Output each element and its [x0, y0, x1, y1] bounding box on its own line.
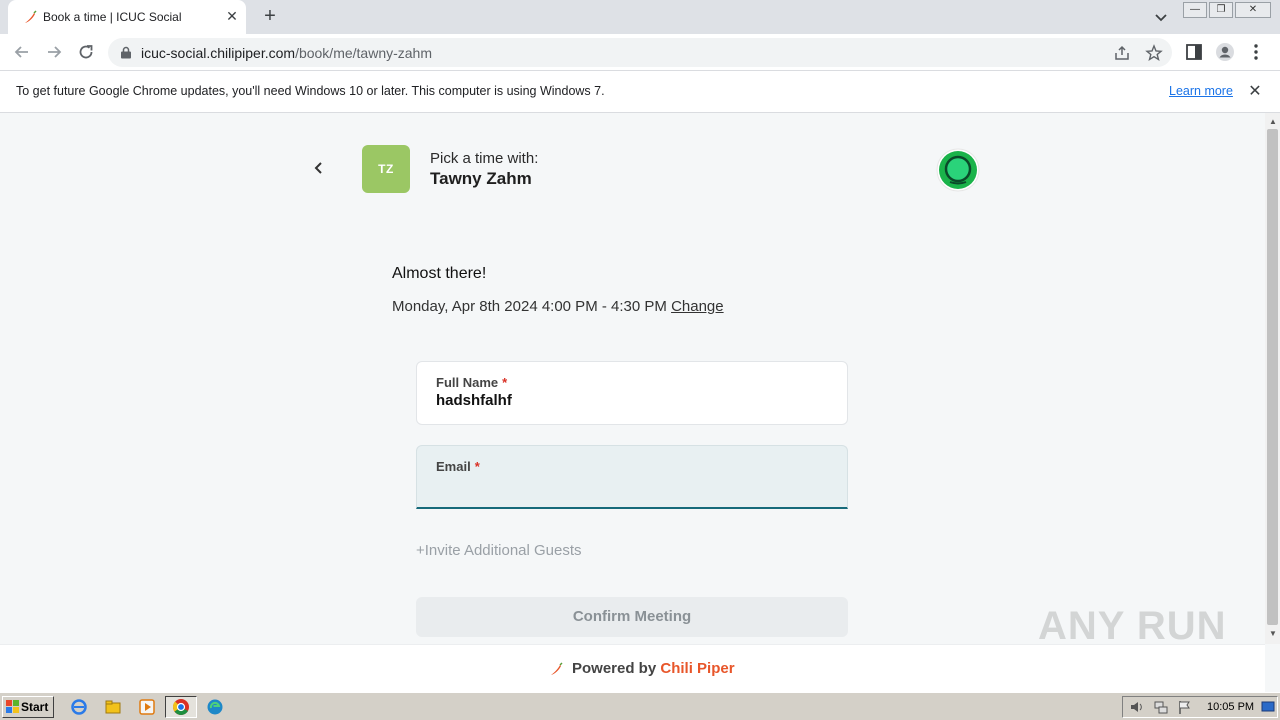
almost-there-heading: Almost there!: [392, 265, 487, 282]
chrome-taskbar-button[interactable]: [165, 696, 197, 718]
chili-piper-link[interactable]: Chili Piper: [660, 660, 734, 677]
side-panel-icon[interactable]: [1184, 42, 1204, 62]
browser-toolbar: icuc-social.chilipiper.com/book/me/tawny…: [0, 34, 1280, 71]
full-name-label-text: Full Name: [436, 375, 499, 390]
lock-icon: [121, 46, 131, 59]
datetime-text: Monday, Apr 8th 2024 4:00 PM - 4:30 PM: [392, 298, 667, 315]
show-desktop-icon[interactable]: [1261, 700, 1275, 714]
page-scrollbar[interactable]: ▲ ▼: [1265, 113, 1280, 644]
email-field[interactable]: Email *: [416, 445, 848, 509]
url-host: icuc-social.chilipiper.com: [141, 45, 296, 61]
email-label-text: Email: [436, 459, 471, 474]
address-bar[interactable]: icuc-social.chilipiper.com/book/me/tawny…: [108, 38, 1172, 67]
back-chevron-icon[interactable]: [311, 160, 327, 176]
window-close-button[interactable]: ✕: [1235, 2, 1271, 18]
network-icon[interactable]: [1153, 699, 1169, 715]
scroll-up-arrow-icon[interactable]: ▲: [1269, 117, 1277, 126]
windows-taskbar: Start 10:05 PM: [0, 692, 1280, 720]
selected-datetime: Monday, Apr 8th 2024 4:00 PM - 4:30 PM C…: [392, 298, 724, 315]
file-explorer-icon[interactable]: [104, 698, 122, 716]
tab-title: Book a time | ICUC Social: [43, 10, 182, 24]
required-asterisk: *: [474, 459, 480, 474]
edge-icon[interactable]: [206, 698, 224, 716]
tab-search-chevron-icon[interactable]: [1152, 8, 1170, 26]
invite-guests-link[interactable]: +Invite Additional Guests: [416, 542, 582, 559]
pick-time-label: Pick a time with:: [430, 150, 539, 167]
update-infobar: To get future Google Chrome updates, you…: [0, 71, 1280, 113]
host-avatar: TZ: [362, 145, 410, 193]
infobar-message: To get future Google Chrome updates, you…: [16, 84, 605, 98]
start-button[interactable]: Start: [2, 696, 54, 718]
powered-by-footer: Powered by Chili Piper: [0, 644, 1265, 692]
powered-by-label: Powered by: [572, 660, 657, 677]
back-arrow-icon[interactable]: [11, 41, 33, 63]
infobar-close-icon[interactable]: ✕: [1246, 83, 1264, 101]
tab-close-icon[interactable]: ✕: [224, 8, 240, 24]
start-label: Start: [21, 700, 49, 714]
change-link[interactable]: Change: [671, 298, 724, 315]
forward-arrow-icon[interactable]: [43, 41, 65, 63]
reload-icon[interactable]: [75, 41, 97, 63]
full-name-label: Full Name *: [436, 375, 507, 390]
window-minimize-button[interactable]: —: [1183, 2, 1207, 18]
internet-explorer-icon[interactable]: [70, 698, 88, 716]
company-logo-icon: [936, 148, 980, 192]
powered-by-text: Powered by Chili Piper: [572, 660, 735, 677]
scroll-down-arrow-icon[interactable]: ▼: [1269, 629, 1277, 638]
media-player-icon[interactable]: [138, 698, 156, 716]
new-tab-icon[interactable]: +: [259, 5, 281, 27]
email-input[interactable]: [436, 476, 826, 498]
learn-more-link[interactable]: Learn more: [1169, 84, 1233, 98]
host-name: Tawny Zahm: [430, 169, 532, 188]
chrome-menu-icon[interactable]: [1246, 42, 1266, 62]
profile-avatar-icon[interactable]: [1215, 42, 1235, 62]
anyrun-watermark: ANY RUN: [1038, 604, 1227, 648]
windows-logo-icon: [6, 700, 19, 713]
chili-pepper-icon: [25, 10, 37, 23]
tab-strip: Book a time | ICUC Social ✕ + — ❐ ✕: [0, 0, 1280, 34]
chili-pepper-icon: [551, 662, 563, 675]
system-tray: 10:05 PM: [1122, 696, 1278, 718]
email-label: Email *: [436, 459, 480, 474]
full-name-field[interactable]: Full Name * hadshfalhf: [416, 361, 848, 425]
volume-icon[interactable]: [1129, 699, 1145, 715]
page-viewport: TZ Pick a time with: Tawny Zahm Almost t…: [0, 113, 1265, 644]
url-path: /book/me/tawny-zahm: [295, 45, 433, 61]
chrome-icon: [172, 699, 189, 715]
share-icon[interactable]: [1113, 44, 1131, 62]
url-text: icuc-social.chilipiper.com/book/me/tawny…: [141, 45, 432, 61]
scroll-thumb[interactable]: [1267, 129, 1278, 625]
bookmark-star-icon[interactable]: [1145, 44, 1163, 62]
action-center-flag-icon[interactable]: [1177, 699, 1193, 715]
browser-tab[interactable]: Book a time | ICUC Social ✕: [8, 0, 246, 34]
full-name-value[interactable]: hadshfalhf: [436, 392, 512, 409]
window-restore-button[interactable]: ❐: [1209, 2, 1233, 18]
taskbar-clock: 10:05 PM: [1207, 701, 1255, 713]
required-asterisk: *: [502, 375, 508, 390]
confirm-meeting-button[interactable]: Confirm Meeting: [416, 597, 848, 637]
